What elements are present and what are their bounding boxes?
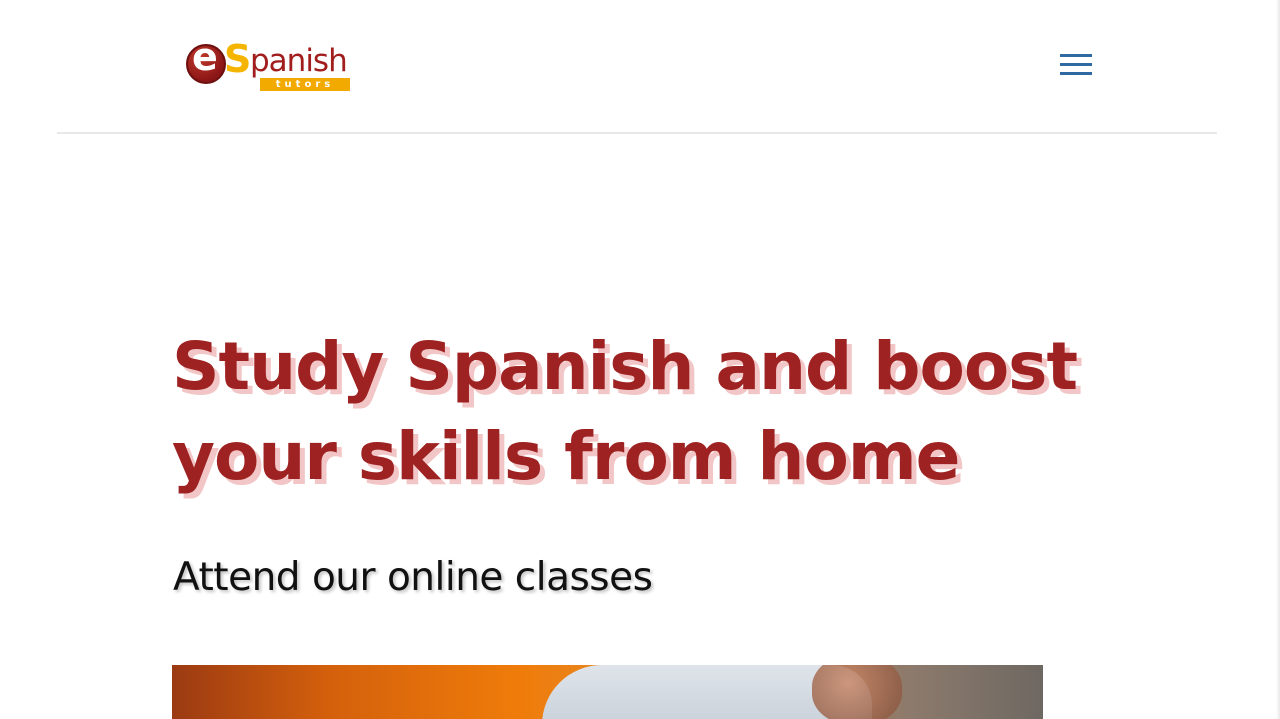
site-logo[interactable]: e S panish tutors xyxy=(186,37,356,96)
hero-headline: Study Spanish and boost your skills from… xyxy=(172,328,1078,495)
logo-s-letter: S xyxy=(224,37,252,81)
menu-bar-bottom xyxy=(1060,72,1092,75)
menu-bar-top xyxy=(1060,54,1092,57)
logo-word: panish xyxy=(250,43,348,79)
hero-image xyxy=(172,665,1043,719)
logo-tagline: tutors xyxy=(260,78,350,91)
menu-bar-middle xyxy=(1060,63,1092,66)
hamburger-menu-icon[interactable] xyxy=(1060,54,1092,82)
page: e S panish tutors Study Spanish and boos… xyxy=(0,0,1280,719)
hero-subheadline: Attend our online classes xyxy=(173,555,653,600)
site-header: e S panish tutors xyxy=(57,0,1217,134)
scrollbar-shade xyxy=(1276,0,1280,719)
logo-e-letter: e xyxy=(192,35,218,79)
tutor-face-shape xyxy=(812,665,902,719)
